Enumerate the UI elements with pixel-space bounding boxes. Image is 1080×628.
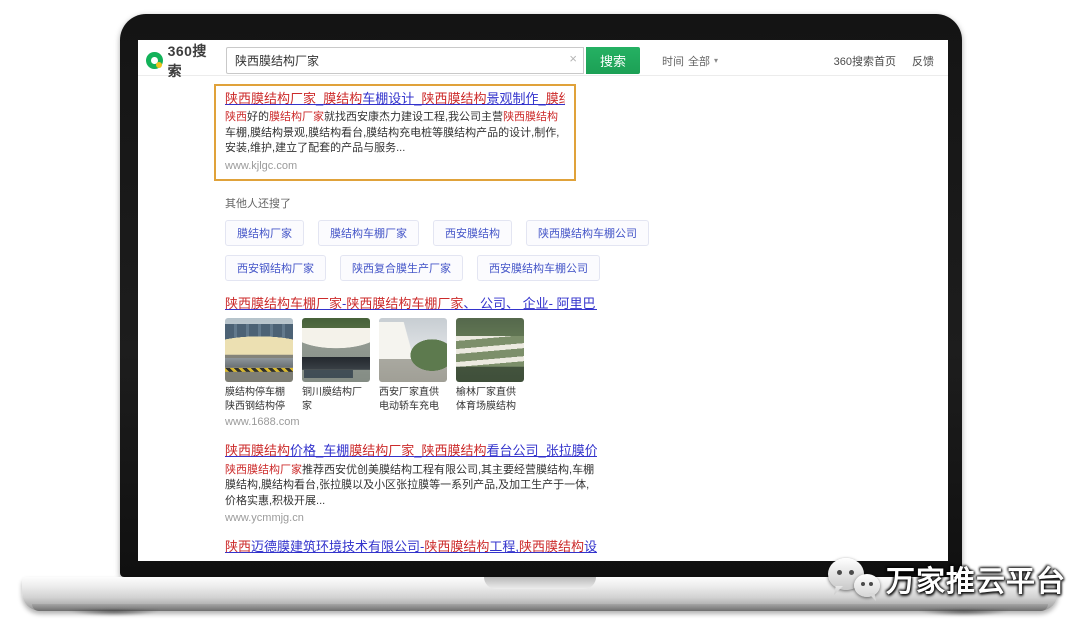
- result-snippet: 陕西好的膜结构厂家就找西安康杰力建设工程,我公司主营陕西膜结构车棚,膜结构景观,…: [225, 110, 565, 157]
- thumbnail-item: 铜川膜结构厂家 15596666228直供充: [302, 318, 370, 413]
- watermark: 万家推云平台: [826, 554, 1066, 604]
- result-thumbnail-image[interactable]: [456, 318, 524, 382]
- chevron-down-icon: ▾: [714, 56, 718, 65]
- result-url: www.1688.com: [225, 416, 597, 428]
- related-search-chip[interactable]: 西安膜结构: [433, 220, 512, 246]
- laptop-base-notch: [484, 577, 596, 589]
- thumbnail-item: 膜结构停车棚陕西钢结构停车张力膜厂区: [225, 318, 293, 413]
- search-results-area: 陕西膜结构厂家_膜结构车棚设计_陕西膜结构景观制作_膜结构看... 陕西好的膜结构…: [138, 76, 948, 559]
- wechat-eye: [861, 582, 865, 586]
- first-result-container: 陕西膜结构厂家_膜结构车棚设计_陕西膜结构景观制作_膜结构看... 陕西好的膜结构…: [225, 84, 948, 181]
- wechat-eye: [837, 570, 842, 575]
- search-header: 360搜索 × 搜索 时间 全部 ▾ 360搜索首页 反馈: [138, 40, 948, 76]
- search-input[interactable]: [226, 47, 584, 74]
- related-searches-title: 其他人还搜了: [225, 195, 948, 211]
- thumbnail-caption: 铜川膜结构厂家 15596666228直供充: [302, 386, 370, 413]
- 360-logo-icon: [146, 52, 163, 69]
- 360-search-logo[interactable]: 360搜索: [146, 41, 218, 81]
- feedback-link[interactable]: 反馈: [912, 53, 934, 69]
- search-result-highlighted: 陕西膜结构厂家_膜结构车棚设计_陕西膜结构景观制作_膜结构看... 陕西好的膜结构…: [214, 84, 576, 181]
- result-title-link[interactable]: 陕西膜结构车棚厂家-陕西膜结构车棚厂家、 公司、 企业- 阿里巴巴...: [225, 296, 597, 312]
- search-result: 陕西膜结构价格_车棚膜结构厂家_陕西膜结构看台公司_张拉膜价... 陕西膜结构厂家…: [225, 443, 597, 524]
- related-search-chip[interactable]: 膜结构厂家: [225, 220, 304, 246]
- result-url: www.kjlgc.com: [225, 160, 565, 172]
- result-thumbnail-image[interactable]: [225, 318, 293, 382]
- wechat-bubble-small: [854, 574, 880, 597]
- search-box: ×: [226, 47, 584, 74]
- result-thumbnail-image[interactable]: [379, 318, 447, 382]
- result-thumbnails: 膜结构停车棚陕西钢结构停车张力膜厂区铜川膜结构厂家 15596666228直供充…: [225, 318, 535, 413]
- time-filter-label: 时间: [662, 53, 684, 69]
- thumbnail-item: 榆林厂家直供体育场膜结构 高速公路服务: [456, 318, 524, 413]
- page-background: 360搜索 × 搜索 时间 全部 ▾ 360搜索首页 反馈 陕西膜结构: [0, 0, 1080, 628]
- thumbnail-item: 西安厂家直供电动轿车充电桩停车棚户外: [379, 318, 447, 413]
- search-result: 陕西膜结构车棚厂家-陕西膜结构车棚厂家、 公司、 企业- 阿里巴巴... 膜结构停…: [225, 296, 597, 428]
- laptop-screen-bezel: 360搜索 × 搜索 时间 全部 ▾ 360搜索首页 反馈 陕西膜结构: [120, 14, 962, 577]
- result-title-link[interactable]: 陕西膜结构价格_车棚膜结构厂家_陕西膜结构看台公司_张拉膜价...: [225, 443, 597, 459]
- watermark-text: 万家推云平台: [886, 558, 1066, 600]
- related-search-chip[interactable]: 西安钢结构厂家: [225, 255, 326, 281]
- related-search-chip[interactable]: 膜结构车棚厂家: [318, 220, 419, 246]
- related-chips: 膜结构厂家膜结构车棚厂家西安膜结构陕西膜结构车棚公司西安钢结构厂家陕西复合膜生产…: [225, 220, 948, 281]
- thumbnail-caption: 西安厂家直供电动轿车充电桩停车棚户外: [379, 386, 447, 413]
- logo-text: 360搜索: [168, 41, 218, 81]
- related-search-chip[interactable]: 陕西膜结构车棚公司: [526, 220, 649, 246]
- related-searches: 其他人还搜了 膜结构厂家膜结构车棚厂家西安膜结构陕西膜结构车棚公司西安钢结构厂家…: [225, 195, 948, 281]
- home-link[interactable]: 360搜索首页: [834, 53, 896, 69]
- result-url: www.ycmmjg.cn: [225, 512, 597, 524]
- other-results-container: 陕西膜结构车棚厂家-陕西膜结构车棚厂家、 公司、 企业- 阿里巴巴... 膜结构停…: [225, 296, 948, 559]
- related-search-chip[interactable]: 西安膜结构车棚公司: [477, 255, 600, 281]
- related-search-chip[interactable]: 陕西复合膜生产厂家: [340, 255, 463, 281]
- time-filter-value: 全部: [688, 53, 710, 69]
- time-filter[interactable]: 时间 全部 ▾: [662, 53, 718, 69]
- related-chip-row: 西安钢结构厂家陕西复合膜生产厂家西安膜结构车棚公司: [225, 255, 948, 281]
- result-title-link[interactable]: 陕西迈德膜建筑环境技术有限公司-陕西膜结构工程,陕西膜结构设...: [225, 539, 597, 555]
- browser-viewport: 360搜索 × 搜索 时间 全部 ▾ 360搜索首页 反馈 陕西膜结构: [138, 40, 948, 561]
- search-result: 陕西迈德膜建筑环境技术有限公司-陕西膜结构工程,陕西膜结构设...陕西迈德膜建筑…: [225, 539, 597, 559]
- laptop-foot-shadow: [908, 610, 1020, 618]
- result-title-link[interactable]: 陕西膜结构厂家_膜结构车棚设计_陕西膜结构景观制作_膜结构看...: [225, 91, 565, 107]
- result-thumbnail-image[interactable]: [302, 318, 370, 382]
- thumbnail-caption: 榆林厂家直供体育场膜结构 高速公路服务: [456, 386, 524, 413]
- top-links: 360搜索首页 反馈: [834, 53, 938, 69]
- clear-search-icon[interactable]: ×: [569, 52, 577, 65]
- wechat-eye: [869, 582, 873, 586]
- wechat-icon: [826, 554, 882, 604]
- result-snippet: 陕西膜结构厂家推荐西安优创美膜结构工程有限公司,其主要经营膜结构,车棚膜结构,膜…: [225, 463, 597, 510]
- thumbnail-caption: 膜结构停车棚陕西钢结构停车张力膜厂区: [225, 386, 293, 413]
- laptop-foot-shadow: [58, 610, 170, 618]
- related-chip-row: 膜结构厂家膜结构车棚厂家西安膜结构陕西膜结构车棚公司: [225, 220, 948, 246]
- wechat-eye: [849, 570, 854, 575]
- search-button[interactable]: 搜索: [586, 47, 640, 74]
